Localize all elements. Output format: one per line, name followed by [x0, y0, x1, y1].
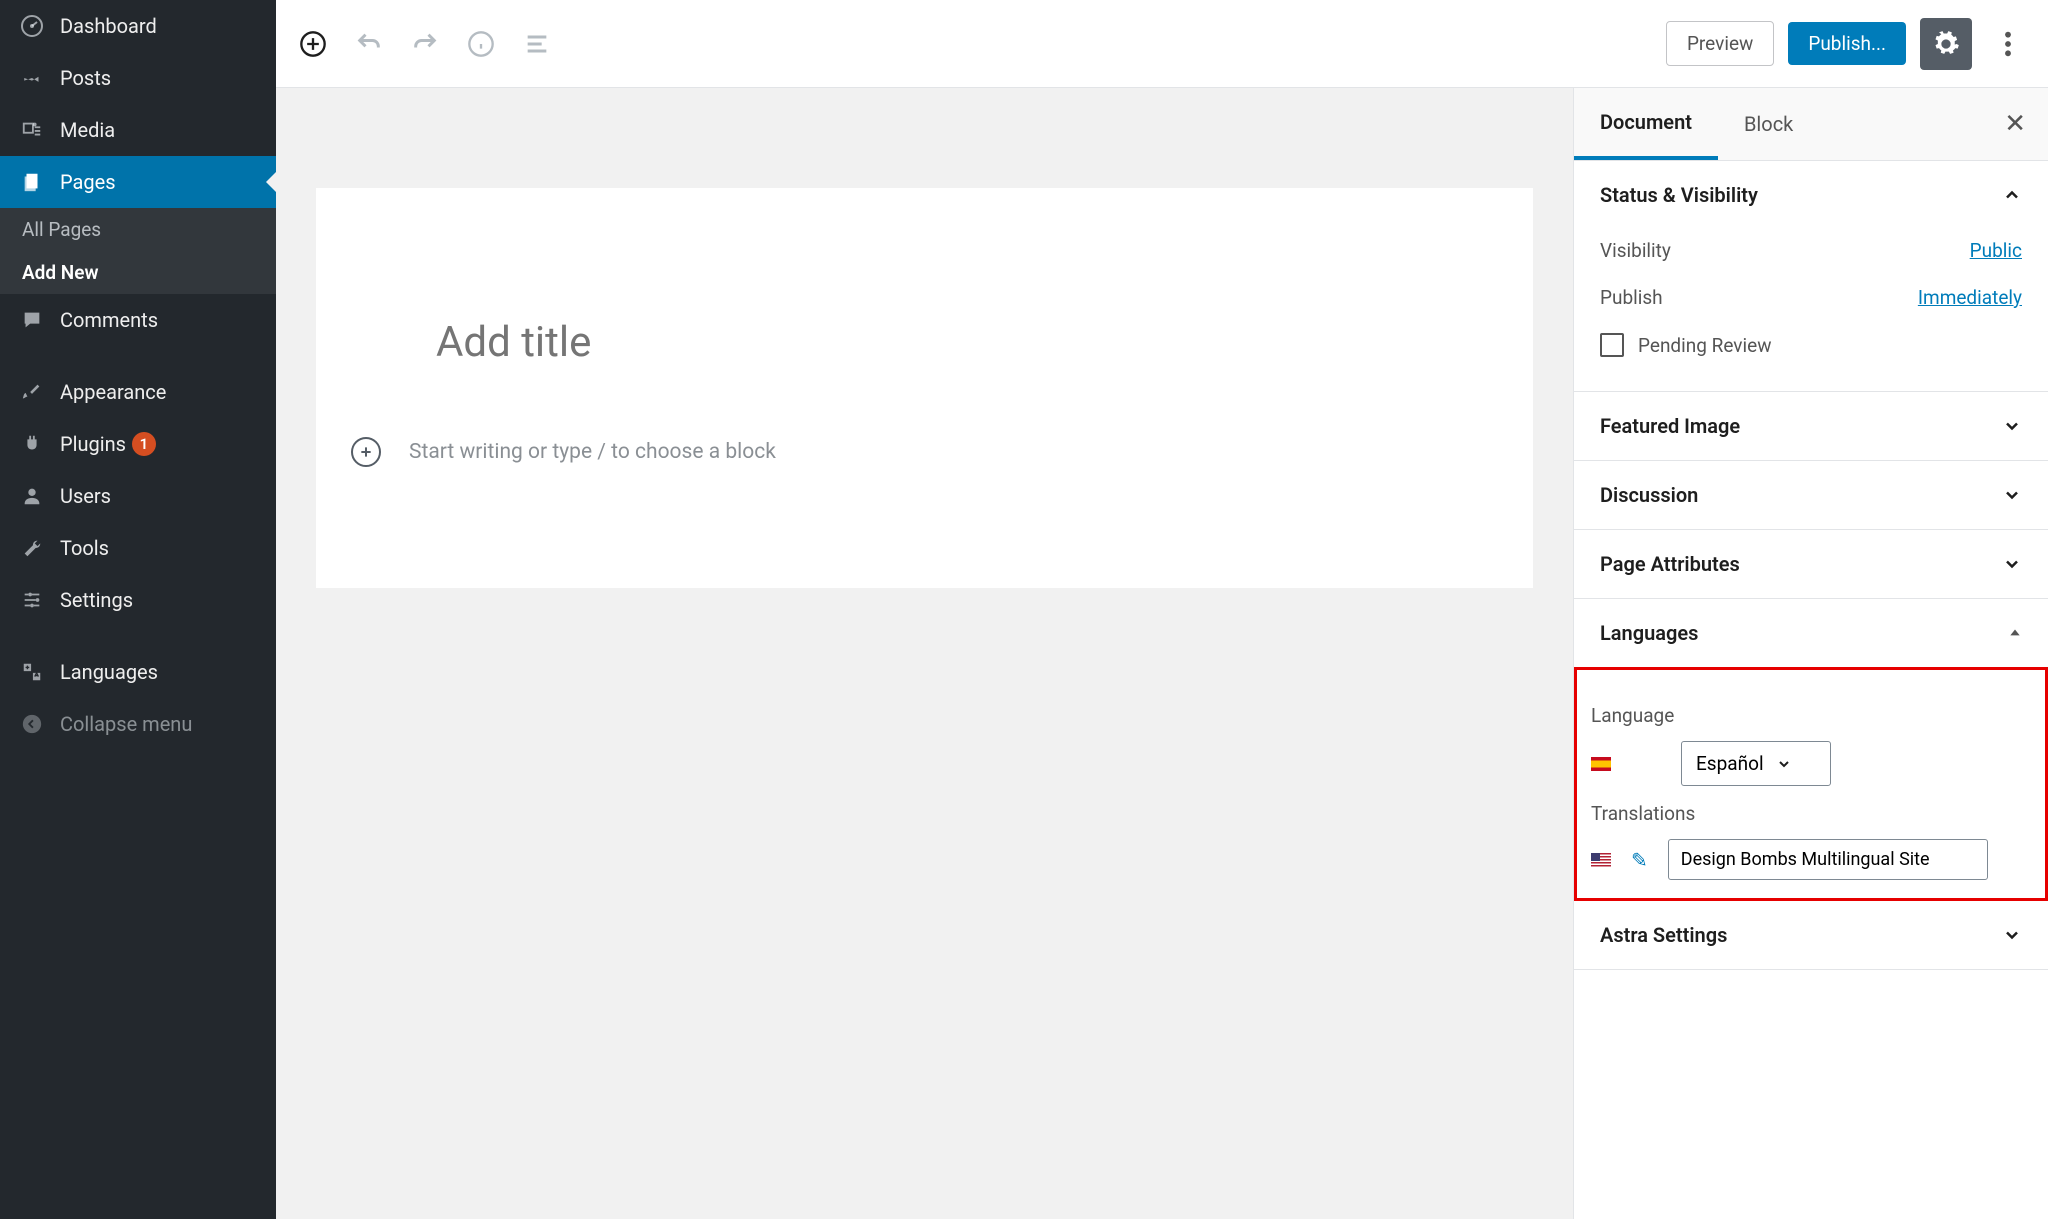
translations-label: Translations: [1591, 802, 2031, 825]
panel-astra-settings: Astra Settings: [1574, 901, 2048, 970]
sidebar-item-label: Users: [60, 484, 111, 508]
sidebar-item-appearance[interactable]: Appearance: [0, 366, 276, 418]
sidebar-item-languages[interactable]: Languages: [0, 646, 276, 698]
panel-languages: Languages: [1574, 599, 2048, 667]
editor-toolbar: Preview Publish...: [276, 0, 2048, 88]
sidebar-item-label: Languages: [60, 660, 158, 684]
chevron-up-icon: [2002, 185, 2022, 205]
sidebar-item-label: Collapse menu: [60, 712, 192, 736]
panel-status-header[interactable]: Status & Visibility: [1600, 183, 2022, 207]
user-icon: [18, 482, 46, 510]
tab-block[interactable]: Block: [1718, 90, 1819, 158]
sidebar-item-label: Dashboard: [60, 14, 157, 38]
sidebar-item-label: Tools: [60, 536, 109, 560]
language-label: Language: [1591, 704, 2031, 727]
triangle-up-icon: [2008, 626, 2022, 640]
pages-icon: [18, 168, 46, 196]
sidebar-submenu-pages: All Pages Add New: [0, 208, 276, 294]
block-placeholder-text[interactable]: Start writing or type / to choose a bloc…: [409, 440, 776, 464]
languages-highlight-box: Language Español Translations ✎ Design B…: [1574, 667, 2048, 901]
flag-us-icon: [1591, 853, 1611, 867]
add-block-toolbar-button[interactable]: [294, 25, 332, 63]
page-title-input[interactable]: [436, 318, 1413, 367]
wrench-icon: [18, 534, 46, 562]
panel-status-visibility: Status & Visibility Visibility Public Pu…: [1574, 161, 2048, 392]
publish-value-link[interactable]: Immediately: [1918, 286, 2022, 309]
brush-icon: [18, 378, 46, 406]
visibility-value-link[interactable]: Public: [1970, 239, 2022, 262]
publish-label: Publish: [1600, 286, 1663, 309]
translate-icon: [18, 658, 46, 686]
translation-input[interactable]: Design Bombs Multilingual Site: [1668, 839, 1988, 880]
sidebar-item-settings[interactable]: Settings: [0, 574, 276, 626]
chevron-down-icon: [2002, 925, 2022, 945]
more-options-button[interactable]: [1986, 18, 2030, 70]
comment-icon: [18, 306, 46, 334]
main-area: Preview Publish... Start writing or type…: [276, 0, 2048, 1219]
sidebar-item-label: Media: [60, 118, 115, 142]
panel-featured-header[interactable]: Featured Image: [1600, 414, 2022, 438]
panel-languages-header[interactable]: Languages: [1600, 621, 2022, 645]
sidebar-item-label: Posts: [60, 66, 111, 90]
sidebar-item-media[interactable]: Media: [0, 104, 276, 156]
panel-page-attr-header[interactable]: Page Attributes: [1600, 552, 2022, 576]
settings-toggle-button[interactable]: [1920, 18, 1972, 70]
pin-icon: [18, 64, 46, 92]
visibility-label: Visibility: [1600, 239, 1671, 262]
flag-es-icon: [1591, 757, 1611, 771]
sidebar-item-posts[interactable]: Posts: [0, 52, 276, 104]
edit-translation-icon[interactable]: ✎: [1631, 848, 1648, 872]
chevron-down-icon: [2002, 416, 2022, 436]
sidebar-item-label: Pages: [60, 170, 116, 194]
sidebar-item-tools[interactable]: Tools: [0, 522, 276, 574]
sidebar-item-label: Comments: [60, 308, 158, 332]
plug-icon: [18, 430, 46, 458]
chevron-down-icon: [1776, 756, 1792, 772]
sidebar-item-dashboard[interactable]: Dashboard: [0, 0, 276, 52]
language-select[interactable]: Español: [1681, 741, 1831, 786]
sidebar-item-pages[interactable]: Pages: [0, 156, 276, 208]
sidebar-item-users[interactable]: Users: [0, 470, 276, 522]
sidebar-item-label: Plugins: [60, 432, 126, 456]
editor-canvas: Start writing or type / to choose a bloc…: [316, 188, 1533, 588]
sidebar-item-comments[interactable]: Comments: [0, 294, 276, 346]
sidebar-tabs: Document Block ✕: [1574, 88, 2048, 161]
panel-discussion-header[interactable]: Discussion: [1600, 483, 2022, 507]
sidebar-item-plugins[interactable]: Plugins 1: [0, 418, 276, 470]
sidebar-collapse[interactable]: Collapse menu: [0, 698, 276, 750]
info-button[interactable]: [462, 25, 500, 63]
panel-page-attributes: Page Attributes: [1574, 530, 2048, 599]
chevron-down-icon: [2002, 554, 2022, 574]
admin-sidebar: Dashboard Posts Media Pages All Pages Ad…: [0, 0, 276, 1219]
chevron-down-icon: [2002, 485, 2022, 505]
sidebar-item-label: Settings: [60, 588, 133, 612]
outline-button[interactable]: [518, 25, 556, 63]
document-sidebar: Document Block ✕ Status & Visibility Vis…: [1573, 88, 2048, 1219]
editor-canvas-area: Start writing or type / to choose a bloc…: [276, 88, 1573, 1219]
publish-button[interactable]: Publish...: [1788, 22, 1906, 65]
collapse-icon: [18, 710, 46, 738]
redo-button[interactable]: [406, 25, 444, 63]
close-sidebar-button[interactable]: ✕: [1982, 109, 2048, 139]
pending-review-checkbox[interactable]: [1600, 333, 1624, 357]
plugins-badge: 1: [132, 432, 156, 456]
dashboard-icon: [18, 12, 46, 40]
tab-document[interactable]: Document: [1574, 88, 1718, 160]
pending-review-label: Pending Review: [1638, 334, 1771, 357]
panel-featured-image: Featured Image: [1574, 392, 2048, 461]
sidebar-item-label: Appearance: [60, 380, 166, 404]
sidebar-sub-add-new[interactable]: Add New: [0, 251, 276, 294]
add-block-inline-button[interactable]: [351, 437, 381, 467]
panel-astra-header[interactable]: Astra Settings: [1600, 923, 2022, 947]
sliders-icon: [18, 586, 46, 614]
preview-button[interactable]: Preview: [1666, 21, 1774, 66]
undo-button[interactable]: [350, 25, 388, 63]
panel-discussion: Discussion: [1574, 461, 2048, 530]
sidebar-sub-all-pages[interactable]: All Pages: [0, 208, 276, 251]
media-icon: [18, 116, 46, 144]
